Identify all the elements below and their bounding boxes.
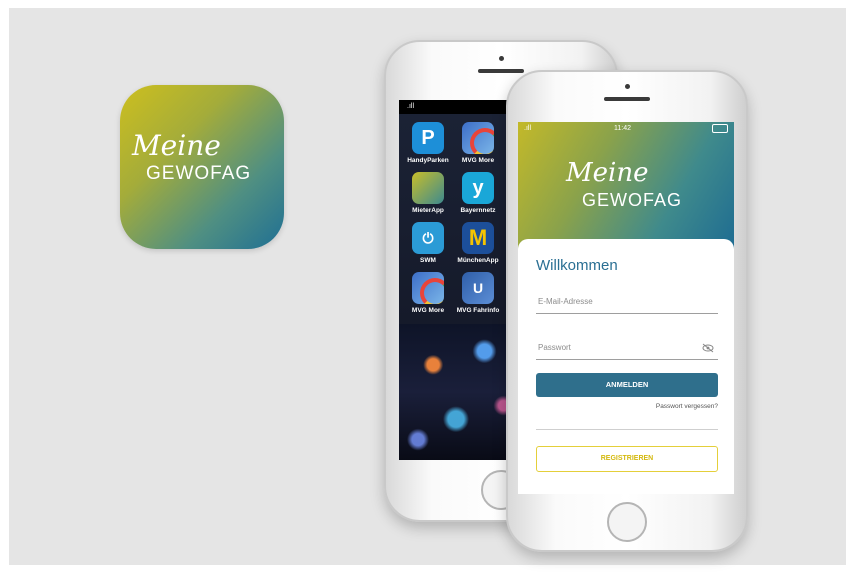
signal-icon: .ıll: [524, 125, 531, 132]
app-swm[interactable]: ⏻ SWM: [405, 222, 451, 264]
signal-icon: .ıll: [407, 103, 414, 110]
app-label: MVG Fahrinfo: [456, 307, 500, 314]
app-label: MieterApp: [412, 207, 444, 214]
app-mvg-more[interactable]: MVG More: [455, 122, 501, 164]
app-bayernnetz[interactable]: y Bayernnetz: [455, 172, 501, 214]
forgot-password-link[interactable]: Passwort vergessen?: [656, 403, 718, 410]
status-bar: .ıll 11:42: [518, 122, 734, 136]
register-button[interactable]: REGISTRIEREN: [536, 446, 718, 472]
gewofag-app-icon: Meine GEWOFAG: [120, 85, 284, 249]
mvg-fahrinfo-icon: U: [462, 272, 494, 304]
front-camera-icon: [499, 56, 504, 61]
bayernnetz-icon: y: [462, 172, 494, 204]
app-label: MVG More: [411, 307, 445, 314]
mieterapp-icon: [412, 172, 444, 204]
app-label: HandyParken: [407, 157, 449, 164]
battery-icon: [712, 124, 728, 133]
divider: [536, 429, 718, 430]
app-label: SWM: [420, 257, 436, 264]
speaker-icon: [478, 69, 524, 73]
login-card: Willkommen E-Mail-Adresse Passwort ANMEL…: [518, 239, 734, 494]
parking-icon: P: [412, 122, 444, 154]
app-muenchenapp[interactable]: M MünchenApp: [455, 222, 501, 264]
logo-script-text: Meine: [132, 129, 221, 162]
app-mvg-fahrinfo[interactable]: U MVG Fahrinfo: [455, 272, 501, 314]
speaker-icon: [604, 97, 650, 101]
app-mvg-more-2[interactable]: MVG More: [405, 272, 451, 314]
home-button[interactable]: [607, 502, 647, 542]
eye-off-icon[interactable]: [702, 343, 714, 353]
front-phone-screen: .ıll 11:42 Meine GEWOFAG Willkommen E-Ma…: [518, 122, 734, 494]
email-field[interactable]: E-Mail-Adresse: [536, 293, 718, 314]
logo-word-text: GEWOFAG: [582, 190, 683, 210]
mvg-more-icon: [412, 272, 444, 304]
password-field[interactable]: Passwort: [536, 339, 718, 360]
muenchenapp-icon: M: [462, 222, 494, 254]
status-time: 11:42: [614, 125, 631, 132]
app-label: Bayernnetz: [460, 207, 496, 214]
app-handyparken[interactable]: P HandyParken: [405, 122, 451, 164]
login-header: .ıll 11:42 Meine GEWOFAG: [518, 122, 734, 250]
logo-script-text: Meine: [566, 158, 649, 188]
login-button[interactable]: ANMELDEN: [536, 373, 718, 397]
front-camera-icon: [625, 84, 630, 89]
password-placeholder: Passwort: [538, 343, 571, 352]
welcome-heading: Willkommen: [536, 257, 618, 274]
app-label: MVG More: [461, 157, 495, 164]
email-placeholder: E-Mail-Adresse: [538, 297, 593, 306]
swm-power-icon: ⏻: [412, 222, 444, 254]
mvg-more-icon: [462, 122, 494, 154]
app-label: MünchenApp: [457, 257, 499, 264]
app-mieterapp[interactable]: MieterApp: [405, 172, 451, 214]
logo-word-text: GEWOFAG: [146, 163, 252, 184]
front-phone: .ıll 11:42 Meine GEWOFAG Willkommen E-Ma…: [506, 70, 748, 552]
